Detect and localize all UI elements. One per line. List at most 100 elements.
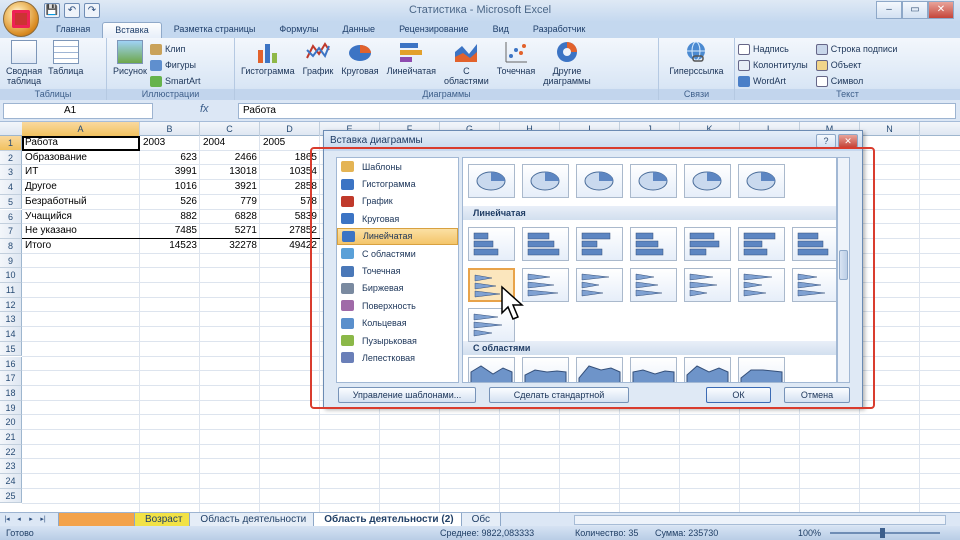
last-sheet-icon[interactable]: ▸| — [38, 515, 48, 525]
tab-developer[interactable]: Разработчик — [521, 22, 597, 38]
row-header-9[interactable]: 9 — [0, 253, 22, 269]
name-box[interactable]: A1 — [3, 103, 153, 119]
cell-c2[interactable]: 2466 — [200, 151, 260, 166]
cell-b1[interactable]: 2003 — [140, 136, 200, 151]
ok-button[interactable]: ОК — [706, 387, 771, 403]
sheet-tab-more[interactable]: Обс — [460, 512, 501, 527]
wordart-button[interactable]: WordArt — [738, 74, 808, 88]
fx-icon[interactable]: fx — [200, 103, 209, 115]
row-header-10[interactable]: 10 — [0, 268, 22, 283]
row-header-6[interactable]: 6 — [0, 209, 22, 225]
clip-button[interactable]: Клип — [149, 42, 201, 56]
column-header-c[interactable]: C — [200, 122, 260, 136]
cell-b3[interactable]: 3991 — [140, 165, 200, 180]
row-header-11[interactable]: 11 — [0, 283, 22, 298]
cell-d8[interactable]: 49422 — [260, 239, 320, 254]
cell-c7[interactable]: 5271 — [200, 224, 260, 239]
redo-icon[interactable]: ↷ — [84, 3, 100, 18]
chart-subtype-cone-2[interactable] — [576, 268, 623, 302]
chart-subtype-area-5[interactable] — [738, 357, 785, 382]
row-header-2[interactable]: 2 — [0, 150, 22, 166]
chart-subtype-pie-3[interactable] — [630, 164, 677, 198]
status-zoom[interactable]: 100% — [798, 528, 821, 538]
cell-a2[interactable]: Образование — [22, 151, 140, 166]
cell-a8[interactable]: Итого — [22, 239, 140, 254]
tab-view[interactable]: Вид — [481, 22, 521, 38]
cell-c3[interactable]: 13018 — [200, 165, 260, 180]
chart-subtype-cone-6[interactable] — [792, 268, 836, 302]
next-sheet-icon[interactable]: ▸ — [26, 515, 36, 525]
minimize-button[interactable]: – — [876, 1, 902, 19]
tab-page-layout[interactable]: Разметка страницы — [162, 22, 268, 38]
cell-d6[interactable]: 5839 — [260, 210, 320, 225]
chart-type-6[interactable]: Точечная — [337, 262, 458, 279]
row-header-18[interactable]: 18 — [0, 385, 22, 401]
row-header-15[interactable]: 15 — [0, 341, 22, 357]
row-header-17[interactable]: 17 — [0, 371, 22, 386]
shapes-button[interactable]: Фигуры — [149, 58, 201, 72]
row-header-24[interactable]: 24 — [0, 474, 22, 489]
chart-subtype-pie-2[interactable] — [576, 164, 623, 198]
row-header-3[interactable]: 3 — [0, 165, 22, 181]
cell-b7[interactable]: 7485 — [140, 224, 200, 239]
column-header-d[interactable]: D — [260, 122, 320, 136]
chart-subtype-pie-0[interactable] — [468, 164, 515, 198]
chart-subtype-pie-4[interactable] — [684, 164, 731, 198]
row-header-16[interactable]: 16 — [0, 356, 22, 372]
cell-d3[interactable]: 10354 — [260, 165, 320, 180]
object-button[interactable]: Объект — [815, 58, 898, 72]
cell-a7[interactable]: Не указано — [22, 224, 140, 239]
chart-subtype-bar-1[interactable] — [522, 227, 569, 261]
cell-b2[interactable]: 623 — [140, 151, 200, 166]
formula-input[interactable]: Работа — [238, 103, 956, 119]
manage-templates-button[interactable]: Управление шаблонами... — [338, 387, 476, 403]
chart-subtype-area-0[interactable] — [468, 357, 515, 382]
row-header-14[interactable]: 14 — [0, 327, 22, 342]
signature-line-button[interactable]: Строка подписи — [815, 42, 897, 56]
cell-d7[interactable]: 27852 — [260, 224, 320, 239]
chart-type-11[interactable]: Лепестковая — [337, 349, 458, 366]
cell-a4[interactable]: Другое — [22, 180, 140, 195]
chart-subtype-bar-0[interactable] — [468, 227, 515, 261]
close-button[interactable]: ✕ — [928, 1, 954, 19]
column-header-n[interactable]: N — [860, 122, 920, 136]
row-header-20[interactable]: 20 — [0, 415, 22, 430]
row-header-21[interactable]: 21 — [0, 430, 22, 445]
tab-formulas[interactable]: Формулы — [267, 22, 330, 38]
smartart-button[interactable]: SmartArt — [149, 74, 200, 88]
chart-type-2[interactable]: График — [337, 193, 458, 210]
cell-d4[interactable]: 2858 — [260, 180, 320, 195]
tab-insert[interactable]: Вставка — [102, 22, 162, 38]
sheet-tab-age[interactable]: Возраст — [134, 512, 194, 527]
sheet-tab-field-2[interactable]: Область деятельности (2) — [313, 512, 465, 527]
chart-subtype-area-1[interactable] — [522, 357, 569, 382]
row-header-1[interactable]: 1 — [0, 136, 22, 151]
textbox-button[interactable]: Надпись — [738, 42, 808, 56]
chart-subtype-pie-5[interactable] — [738, 164, 785, 198]
gallery-scrollbar[interactable] — [837, 157, 850, 383]
prev-sheet-icon[interactable]: ◂ — [14, 515, 24, 525]
dialog-close-icon[interactable]: ✕ — [838, 134, 858, 148]
row-header-19[interactable]: 19 — [0, 400, 22, 416]
cell-c1[interactable]: 2004 — [200, 136, 260, 151]
chart-subtype-area-2[interactable] — [576, 357, 623, 382]
header-footer-button[interactable]: Колонтитулы — [738, 58, 808, 72]
chart-subtype-cone-5[interactable] — [738, 268, 785, 302]
row-header-23[interactable]: 23 — [0, 459, 22, 475]
chart-type-10[interactable]: Пузырьковая — [337, 332, 458, 349]
row-header-5[interactable]: 5 — [0, 194, 22, 210]
cell-b5[interactable]: 526 — [140, 195, 200, 210]
chart-type-8[interactable]: Поверхность — [337, 297, 458, 314]
chart-subtype-pie-1[interactable] — [522, 164, 569, 198]
cell-b4[interactable]: 1016 — [140, 180, 200, 195]
chart-subtype-bar-6[interactable] — [792, 227, 836, 261]
cell-b8[interactable]: 14523 — [140, 239, 200, 254]
row-header-12[interactable]: 12 — [0, 297, 22, 313]
tab-data[interactable]: Данные — [331, 22, 388, 38]
tab-home[interactable]: Главная — [44, 22, 102, 38]
chart-subtype-cone-4[interactable] — [684, 268, 731, 302]
help-icon[interactable]: ? — [816, 134, 836, 148]
cell-a6[interactable]: Учащийся — [22, 210, 140, 225]
chart-type-5[interactable]: С областями — [337, 245, 458, 262]
chart-type-9[interactable]: Кольцевая — [337, 315, 458, 332]
